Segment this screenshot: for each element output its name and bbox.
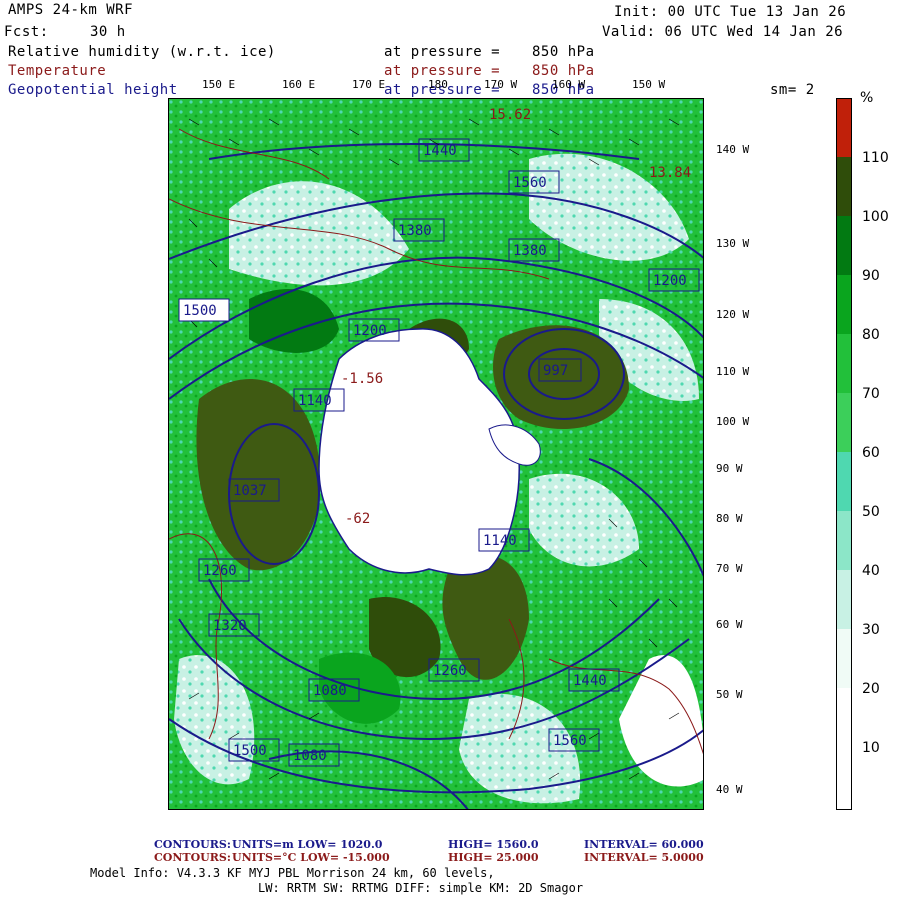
contour-label: 1200 bbox=[353, 323, 387, 339]
field-geo-name: Geopotential height bbox=[8, 82, 178, 98]
lat-label: 110 W bbox=[716, 365, 750, 378]
colorbar-segment bbox=[837, 275, 851, 334]
colorbar-segment bbox=[837, 688, 851, 809]
contour-label: 1380 bbox=[398, 223, 432, 239]
colorbar-segment bbox=[837, 157, 851, 216]
lon-label: 180 bbox=[428, 78, 448, 91]
temp-label: 15.62 bbox=[489, 107, 531, 123]
contour-label: 1440 bbox=[573, 673, 607, 689]
contour-label: 1440 bbox=[423, 143, 457, 159]
contours-temp-units: UNITS=°C LOW= -15.000 bbox=[232, 851, 390, 864]
lat-label: 60 W bbox=[716, 618, 743, 631]
colorbar-label: 70 bbox=[862, 386, 880, 402]
model-info: Model Info: V4.3.3 KF MYJ PBL Morrison 2… bbox=[90, 866, 495, 880]
lon-label: 170 E bbox=[352, 78, 386, 91]
map-canvas: 1500 1560 1440 1380 1200 1140 1037 997 1… bbox=[169, 99, 703, 809]
rh-colorbar bbox=[836, 98, 852, 810]
weather-map: 1500 1560 1440 1380 1200 1140 1037 997 1… bbox=[168, 98, 704, 810]
smoothing-label: sm= 2 bbox=[770, 82, 815, 98]
colorbar-segment bbox=[837, 629, 851, 688]
colorbar-label: 100 bbox=[862, 209, 889, 225]
contour-label: 1037 bbox=[233, 483, 267, 499]
contour-label: 1380 bbox=[513, 243, 547, 259]
model-info-physics: LW: RRTM SW: RRTMG DIFF: simple KM: 2D S… bbox=[258, 881, 584, 895]
fcst-label: Fcst: bbox=[4, 24, 49, 40]
temp-label: -62 bbox=[345, 511, 370, 527]
contour-label: 1500 bbox=[233, 743, 267, 759]
model-title: AMPS 24-km WRF bbox=[8, 2, 134, 18]
colorbar-segment bbox=[837, 334, 851, 393]
colorbar-label: 60 bbox=[862, 445, 880, 461]
colorbar-segment bbox=[837, 99, 851, 157]
colorbar-segment bbox=[837, 511, 851, 570]
colorbar-unit: % bbox=[860, 90, 874, 106]
field-temp-level: at pressure = bbox=[384, 63, 501, 79]
lat-label: 80 W bbox=[716, 512, 743, 525]
contour-label: 1080 bbox=[293, 748, 327, 764]
colorbar-label: 110 bbox=[862, 150, 889, 166]
field-temp-value: 850 hPa bbox=[532, 63, 595, 79]
contours-height-units: UNITS=m LOW= 1020.0 bbox=[232, 838, 383, 851]
colorbar-label: 80 bbox=[862, 327, 880, 343]
colorbar-label: 20 bbox=[862, 681, 880, 697]
temp-label: -1.56 bbox=[341, 371, 383, 387]
fcst-value: 30 h bbox=[90, 24, 126, 40]
contours-height-high: HIGH= 1560.0 bbox=[448, 838, 539, 851]
contour-label: 1080 bbox=[313, 683, 347, 699]
field-temp-name: Temperature bbox=[8, 63, 107, 79]
contours-height-label: CONTOURS: bbox=[154, 838, 231, 851]
field-rh-level: at pressure = bbox=[384, 44, 501, 60]
lon-label: 170 W bbox=[484, 78, 518, 91]
field-rh-value: 850 hPa bbox=[532, 44, 595, 60]
lon-label: 160 W bbox=[552, 78, 586, 91]
lat-label: 50 W bbox=[716, 688, 743, 701]
lon-label: 150 E bbox=[202, 78, 236, 91]
contour-label: 1140 bbox=[483, 533, 517, 549]
colorbar-label: 50 bbox=[862, 504, 880, 520]
lon-label: 150 W bbox=[632, 78, 666, 91]
colorbar-segment bbox=[837, 452, 851, 511]
contour-label: 997 bbox=[543, 363, 568, 379]
colorbar-segment bbox=[837, 570, 851, 629]
contours-height-interval: INTERVAL= 60.000 bbox=[584, 838, 704, 851]
contour-label: 1260 bbox=[433, 663, 467, 679]
lat-label: 70 W bbox=[716, 562, 743, 575]
colorbar-segment bbox=[837, 393, 851, 452]
contour-label: 1140 bbox=[298, 393, 332, 409]
temp-label: 13.84 bbox=[649, 165, 691, 181]
init-time: Init: 00 UTC Tue 13 Jan 26 bbox=[614, 4, 847, 20]
contours-temp-high: HIGH= 25.000 bbox=[448, 851, 539, 864]
lat-label: 140 W bbox=[716, 143, 750, 156]
lat-label: 100 W bbox=[716, 415, 750, 428]
colorbar-label: 40 bbox=[862, 563, 880, 579]
colorbar-label: 10 bbox=[862, 740, 880, 756]
contour-label: 1260 bbox=[203, 563, 237, 579]
contour-label: 1320 bbox=[213, 618, 247, 634]
lat-label: 120 W bbox=[716, 308, 750, 321]
contours-temp-interval: INTERVAL= 5.0000 bbox=[584, 851, 704, 864]
valid-time: Valid: 06 UTC Wed 14 Jan 26 bbox=[602, 24, 844, 40]
contour-label: 1560 bbox=[553, 733, 587, 749]
lon-label: 160 E bbox=[282, 78, 316, 91]
colorbar-label: 30 bbox=[862, 622, 880, 638]
contour-label: 1500 bbox=[183, 303, 217, 319]
lat-label: 40 W bbox=[716, 783, 743, 796]
lat-label: 130 W bbox=[716, 237, 750, 250]
contour-label: 1560 bbox=[513, 175, 547, 191]
contours-temp-label: CONTOURS: bbox=[154, 851, 231, 864]
field-rh-name: Relative humidity (w.r.t. ice) bbox=[8, 44, 276, 60]
contour-label: 1200 bbox=[653, 273, 687, 289]
lat-label: 90 W bbox=[716, 462, 743, 475]
colorbar-label: 90 bbox=[862, 268, 880, 284]
colorbar-segment bbox=[837, 216, 851, 275]
